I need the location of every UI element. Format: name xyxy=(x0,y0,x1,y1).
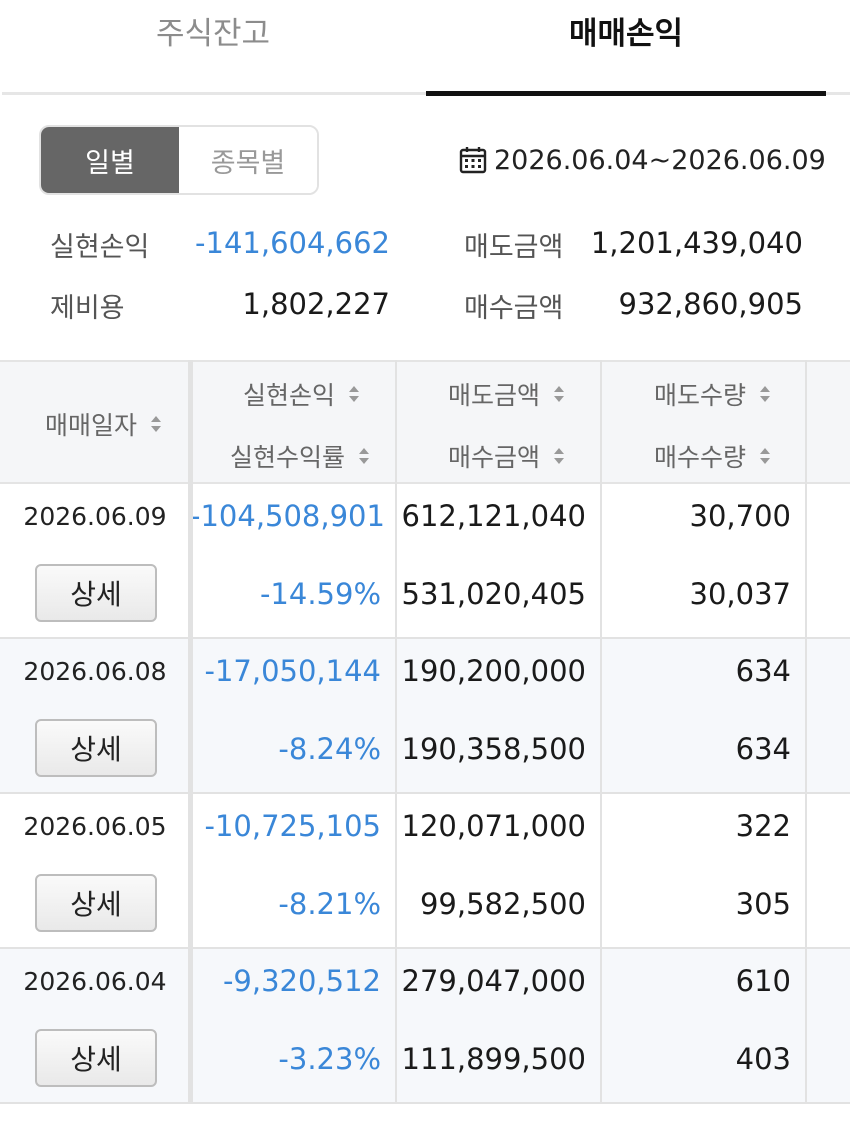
sort-icon xyxy=(554,448,565,464)
buy-qty-cell: 634 xyxy=(735,732,791,766)
summary-realized-pnl-label: 실현손익 xyxy=(50,232,150,263)
sell-amount-cell: 612,121,040 xyxy=(401,499,587,533)
header-sell-qty[interactable]: 매도수량 xyxy=(654,376,771,412)
trade-date-cell: 2026.06.05 xyxy=(23,812,167,841)
sell-qty-cell: 30,700 xyxy=(689,499,791,533)
buy-qty-cell: 403 xyxy=(735,1042,791,1076)
date-range-text: 2026.06.04~2026.06.09 xyxy=(494,144,826,176)
summary-sell-amount-label: 매도금액 xyxy=(464,232,564,263)
summary-realized-pnl-value: -141,604,662 xyxy=(195,226,390,260)
trade-date-cell: 2026.06.09 xyxy=(23,502,167,531)
header-buy-qty-label: 매수수량 xyxy=(654,443,747,472)
period-toggle: 일별 종목별 xyxy=(39,125,319,195)
table-row: 2026.06.05 상세 -10,725,105 -8.21% 120,071,000… xyxy=(0,794,850,949)
column-divider-frozen xyxy=(188,360,193,1104)
column-divider xyxy=(395,360,397,1104)
sort-icon xyxy=(760,386,771,402)
realized-pnl-cell: -9,320,512 xyxy=(222,964,381,998)
buy-amount-cell: 190,358,500 xyxy=(401,732,587,766)
table-row: 2026.06.04 상세 -9,320,512 -3.23% 279,047,000 1… xyxy=(0,949,850,1104)
active-tab-indicator xyxy=(426,91,826,96)
sell-amount-cell: 190,200,000 xyxy=(401,654,587,688)
buy-amount-cell: 531,020,405 xyxy=(401,577,587,611)
sell-amount-cell: 120,071,000 xyxy=(401,809,587,843)
header-buy-qty[interactable]: 매수수량 xyxy=(654,438,771,474)
summary-fees-label: 제비용 xyxy=(50,293,125,324)
buy-amount-cell: 111,899,500 xyxy=(401,1042,587,1076)
header-realized-pnl[interactable]: 실현손익 xyxy=(243,376,360,412)
header-sell-amount-label: 매도금액 xyxy=(448,381,541,410)
column-divider xyxy=(600,360,602,1104)
sell-amount-cell: 279,047,000 xyxy=(401,964,587,998)
calendar-icon xyxy=(459,147,487,174)
sort-icon xyxy=(349,386,360,402)
sell-qty-cell: 322 xyxy=(735,809,791,843)
detail-button[interactable]: 상세 xyxy=(35,1029,157,1087)
detail-button[interactable]: 상세 xyxy=(35,874,157,932)
realized-rate-cell: -8.21% xyxy=(278,887,381,921)
sort-icon xyxy=(151,416,162,432)
header-realized-rate[interactable]: 실현수익률 xyxy=(230,438,370,474)
sort-icon xyxy=(359,448,370,464)
summary-fees-value: 1,802,227 xyxy=(242,287,390,321)
summary-sell-amount-value: 1,201,439,040 xyxy=(590,226,803,260)
column-divider xyxy=(805,360,807,1104)
table-row: 2026.06.09 상세 -104,508,901 -14.59% 612,121,0… xyxy=(0,484,850,639)
realized-pnl-cell: -104,508,901 xyxy=(190,499,385,533)
buy-amount-cell: 99,582,500 xyxy=(419,887,586,921)
realized-pnl-cell: -17,050,144 xyxy=(204,654,381,688)
header-trade-date[interactable]: 매매일자 xyxy=(45,406,162,442)
header-realized-pnl-label: 실현손익 xyxy=(243,381,336,410)
detail-button[interactable]: 상세 xyxy=(35,719,157,777)
sort-icon xyxy=(554,386,565,402)
toggle-by-stock-button[interactable]: 종목별 xyxy=(179,127,317,193)
trade-date-cell: 2026.06.04 xyxy=(23,967,167,996)
header-buy-amount-label: 매수금액 xyxy=(448,443,541,472)
summary-buy-amount-value: 932,860,905 xyxy=(618,287,804,321)
sort-icon xyxy=(760,448,771,464)
sell-qty-cell: 610 xyxy=(735,964,791,998)
toggle-daily-button[interactable]: 일별 xyxy=(41,127,179,193)
detail-button[interactable]: 상세 xyxy=(35,564,157,622)
header-trade-date-label: 매매일자 xyxy=(45,411,138,440)
table-row: 2026.06.08 상세 -17,050,144 -8.24% 190,200,000… xyxy=(0,639,850,794)
realized-pnl-cell: -10,725,105 xyxy=(204,809,381,843)
table-header: 매매일자 실현손익 실현수익률 매도금액 매수금액 매도수량 매수수량 xyxy=(0,360,850,484)
tab-bar: 주식잔고 매매손익 xyxy=(0,0,850,96)
buy-qty-cell: 30,037 xyxy=(689,577,791,611)
trade-date-cell: 2026.06.08 xyxy=(23,657,167,686)
tab-trading-pnl[interactable]: 매매손익 xyxy=(426,0,826,76)
header-sell-amount[interactable]: 매도금액 xyxy=(448,376,565,412)
header-buy-amount[interactable]: 매수금액 xyxy=(448,438,565,474)
realized-rate-cell: -3.23% xyxy=(278,1042,381,1076)
realized-rate-cell: -14.59% xyxy=(259,577,381,611)
date-range-picker[interactable]: 2026.06.04~2026.06.09 xyxy=(458,138,826,182)
header-sell-qty-label: 매도수량 xyxy=(654,381,747,410)
tab-stock-holdings[interactable]: 주식잔고 xyxy=(0,0,426,76)
header-realized-rate-label: 실현수익률 xyxy=(230,443,346,472)
summary-buy-amount-label: 매수금액 xyxy=(464,293,564,324)
sell-qty-cell: 634 xyxy=(735,654,791,688)
buy-qty-cell: 305 xyxy=(735,887,791,921)
realized-rate-cell: -8.24% xyxy=(278,732,381,766)
